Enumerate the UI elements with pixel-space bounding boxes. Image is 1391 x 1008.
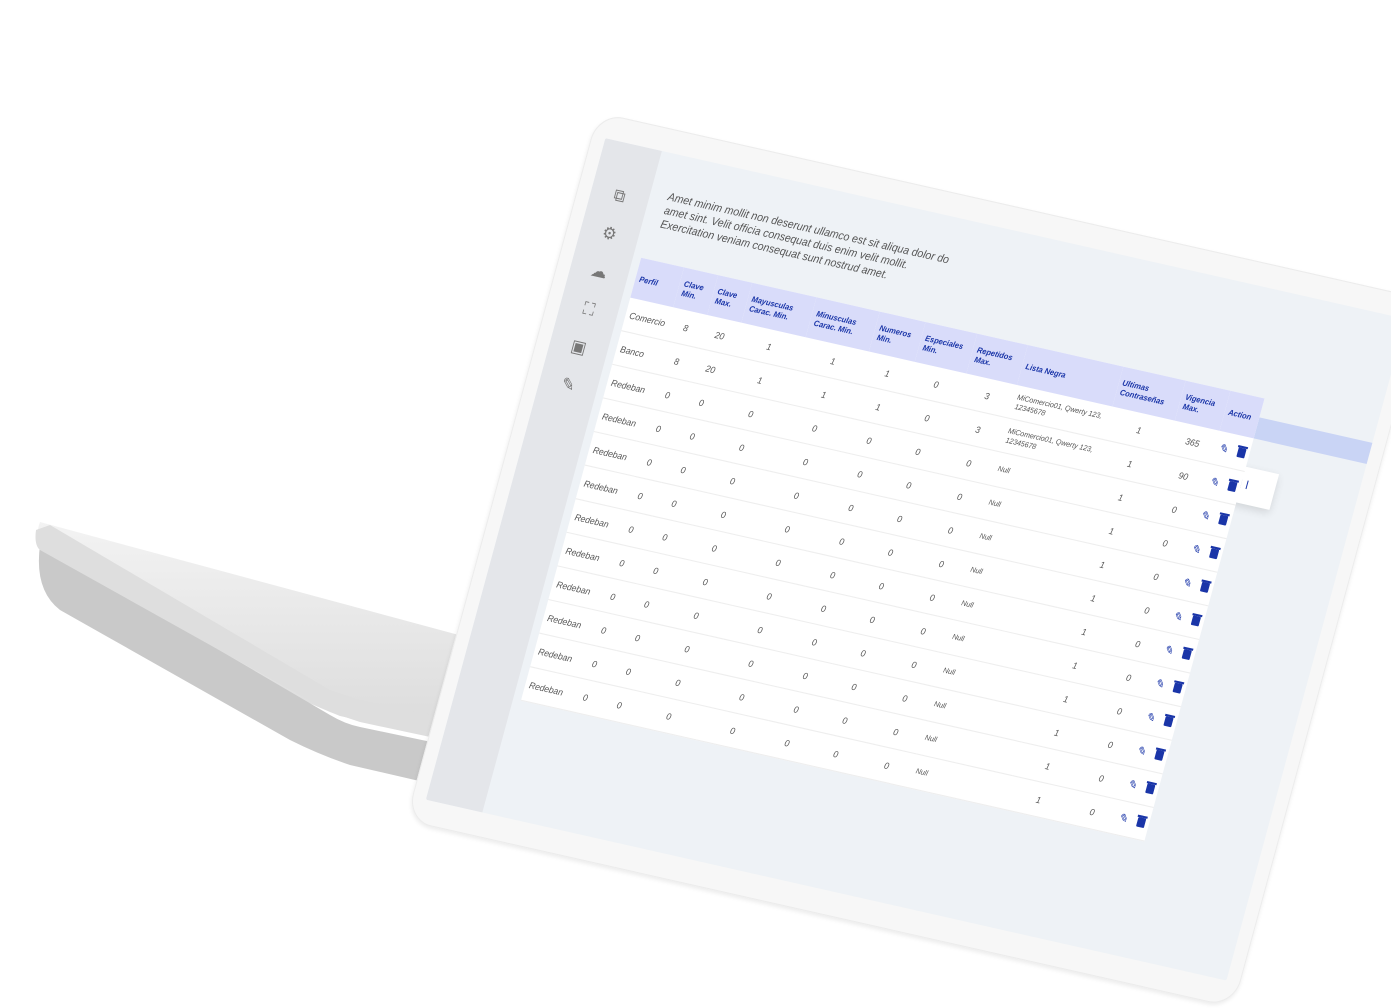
edit-icon[interactable]: ✎: [1171, 609, 1184, 625]
crop-icon[interactable]: ⛶: [576, 298, 601, 323]
perfiles-table: Perfil Clave Min. Clave Max. Mayusculas …: [520, 257, 1265, 842]
edit-icon[interactable]: ✎: [1144, 710, 1157, 726]
wrench-icon[interactable]: ✎: [555, 373, 580, 398]
edit-icon[interactable]: ✎: [1117, 811, 1130, 827]
settings-icon[interactable]: ⚙: [597, 222, 622, 247]
puzzle-icon[interactable]: ⧉: [607, 184, 632, 209]
delete-icon[interactable]: [1217, 514, 1229, 526]
edit-icon[interactable]: ✎: [1135, 743, 1148, 759]
delete-icon[interactable]: [1199, 581, 1211, 593]
edit-icon[interactable]: ✎: [1180, 575, 1193, 591]
delete-icon[interactable]: [1145, 783, 1156, 795]
delete-icon[interactable]: [1181, 648, 1192, 661]
app-screen: ⧉ ⚙ ☁ ⛶ ▣ ✎ Amet minim mollit non deseru…: [425, 138, 1391, 981]
delete-icon[interactable]: [1163, 716, 1174, 728]
edit-icon[interactable]: ✎: [1190, 542, 1203, 558]
edit-icon[interactable]: ✎: [1217, 441, 1230, 457]
edit-icon[interactable]: ✎: [1126, 777, 1139, 793]
edit-icon[interactable]: ✎: [1162, 643, 1175, 659]
delete-icon[interactable]: [1236, 447, 1247, 459]
cloud-upload-icon[interactable]: ☁: [586, 260, 611, 285]
delete-icon[interactable]: [1227, 480, 1238, 493]
delete-icon[interactable]: [1154, 749, 1165, 761]
delete-icon[interactable]: [1172, 682, 1183, 694]
delete-icon[interactable]: [1190, 615, 1201, 627]
delete-icon[interactable]: [1135, 816, 1147, 829]
edit-icon[interactable]: ✎: [1199, 508, 1212, 524]
cell-action: ✎: [1109, 799, 1154, 842]
edit-icon[interactable]: ✎: [1208, 475, 1221, 491]
delete-icon[interactable]: [1208, 548, 1220, 560]
edit-icon[interactable]: ✎: [1153, 676, 1166, 692]
contact-icon[interactable]: ▣: [566, 336, 591, 361]
